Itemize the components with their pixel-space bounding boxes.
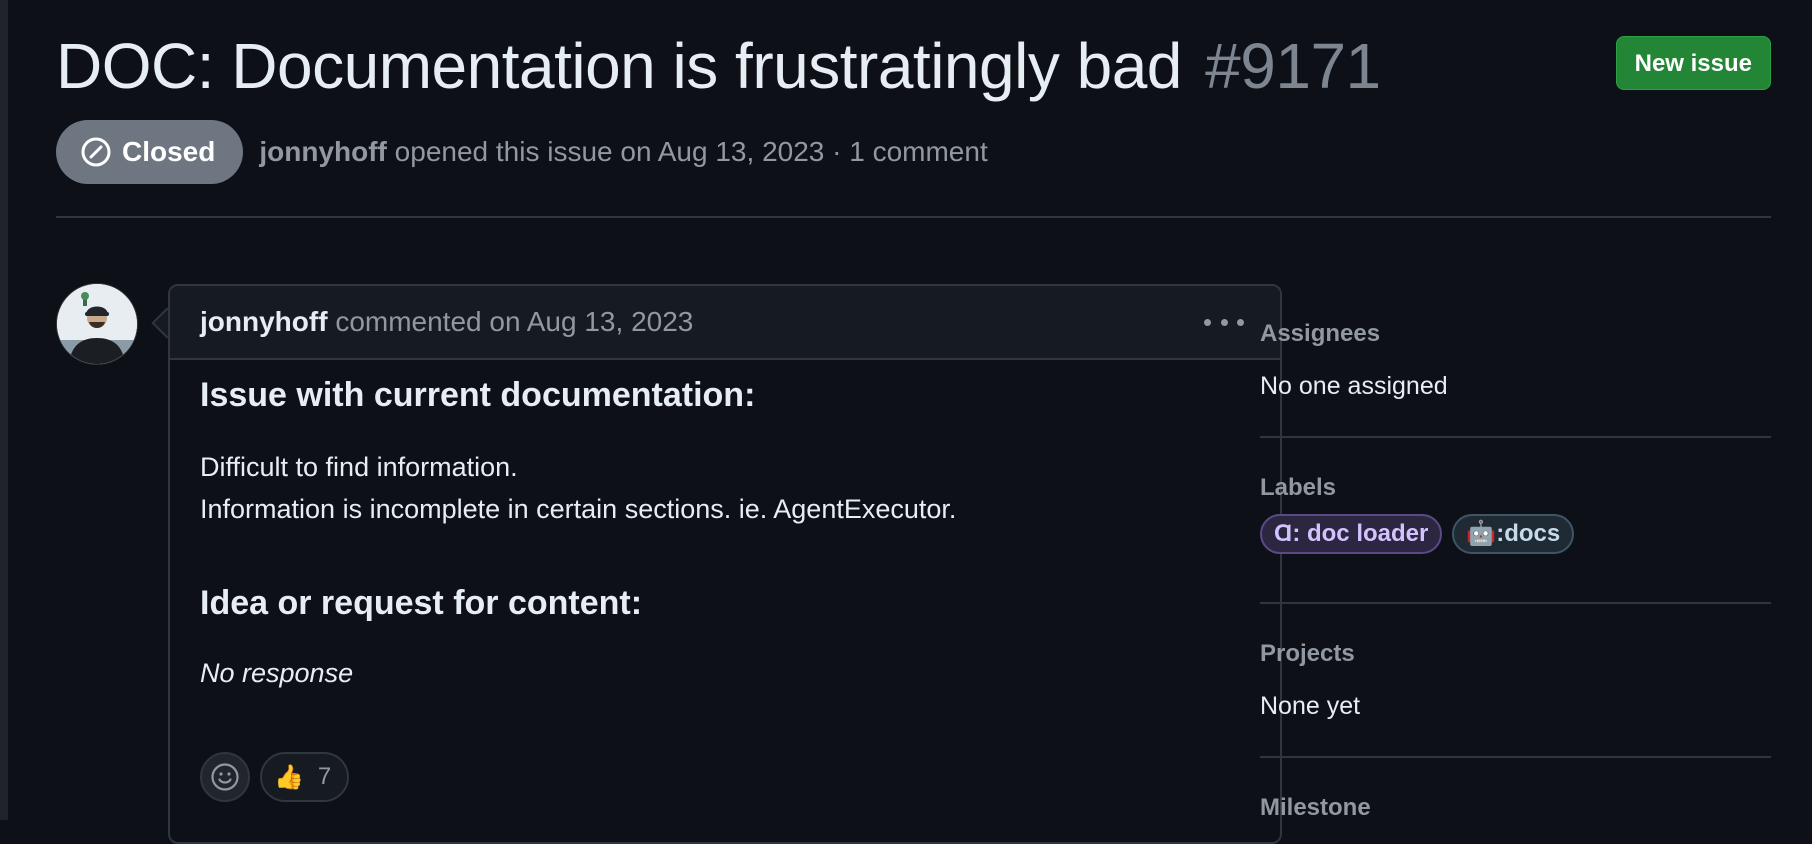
issue-opened-text: opened this issue on Aug 13, 2023 · 1 co… — [394, 136, 988, 167]
labels-heading[interactable]: Labels — [1260, 474, 1336, 502]
comment-timestamp[interactable]: commented on Aug 13, 2023 — [335, 306, 693, 337]
issue-title-text: DOC: Documentation is frustratingly bad — [56, 30, 1182, 102]
left-edge-strip — [0, 0, 8, 820]
comment-box: jonnyhoff commented on Aug 13, 2023 Issu… — [168, 284, 1282, 844]
issue-title: DOC: Documentation is frustratingly bad … — [56, 26, 1381, 106]
comment-no-response: No response — [200, 658, 354, 688]
comment-author-link[interactable]: jonnyhoff — [200, 306, 328, 337]
projects-heading[interactable]: Projects — [1260, 640, 1355, 668]
header-divider — [56, 216, 1771, 218]
projects-value: None yet — [1260, 692, 1361, 720]
comment-heading-issue: Issue with current documentation: — [200, 376, 756, 414]
milestone-heading[interactable]: Milestone — [1260, 794, 1371, 822]
thumbs-up-reaction[interactable]: 👍 7 — [260, 752, 350, 802]
state-badge-label: Closed — [122, 136, 216, 167]
smiley-icon — [211, 763, 239, 791]
label-doc-loader[interactable]: Ɑ: doc loader — [1260, 514, 1443, 554]
add-reaction-button[interactable] — [200, 752, 250, 802]
avatar[interactable] — [56, 283, 138, 365]
kebab-dot — [1237, 318, 1244, 326]
thumbs-up-icon: 👍 — [274, 763, 304, 791]
comment-header: jonnyhoff commented on Aug 13, 2023 — [170, 286, 1280, 360]
user-avatar-icon — [57, 284, 137, 364]
sidebar-divider — [1260, 436, 1771, 438]
labels-list: Ɑ: doc loader 🤖:docs — [1260, 514, 1584, 554]
sidebar-divider — [1260, 756, 1771, 758]
issue-page: DOC: Documentation is frustratingly bad … — [56, 0, 1771, 844]
issue-meta-row: Closed jonnyhoff opened this issue on Au… — [56, 120, 988, 184]
assignees-heading[interactable]: Assignees — [1260, 320, 1380, 348]
comment-header-text: jonnyhoff commented on Aug 13, 2023 — [200, 306, 693, 338]
issue-author-link[interactable]: jonnyhoff — [259, 136, 387, 167]
assignees-value: No one assigned — [1260, 372, 1448, 400]
comment-heading-idea: Idea or request for content: — [200, 584, 643, 622]
thumbs-up-count: 7 — [317, 763, 332, 790]
issue-meta-text: jonnyhoff opened this issue on Aug 13, 2… — [259, 136, 987, 168]
kebab-dot — [1204, 318, 1211, 326]
comment-paragraph-line-2: Information is incomplete in certain sec… — [200, 494, 957, 524]
reactions-bar: 👍 7 — [200, 752, 350, 802]
title-row: DOC: Documentation is frustratingly bad … — [56, 26, 1771, 106]
kebab-dot — [1220, 318, 1228, 326]
comment-paragraph-line-1: Difficult to find information. — [200, 452, 518, 482]
label-docs[interactable]: 🤖:docs — [1452, 514, 1575, 554]
state-badge: Closed — [56, 120, 244, 184]
sidebar-divider — [1260, 602, 1771, 604]
new-issue-button[interactable]: New issue — [1615, 36, 1771, 90]
comment-options-kebab-icon[interactable] — [1204, 308, 1244, 336]
issue-number: #9171 — [1205, 30, 1381, 102]
closed-circle-slash-icon — [81, 137, 111, 167]
